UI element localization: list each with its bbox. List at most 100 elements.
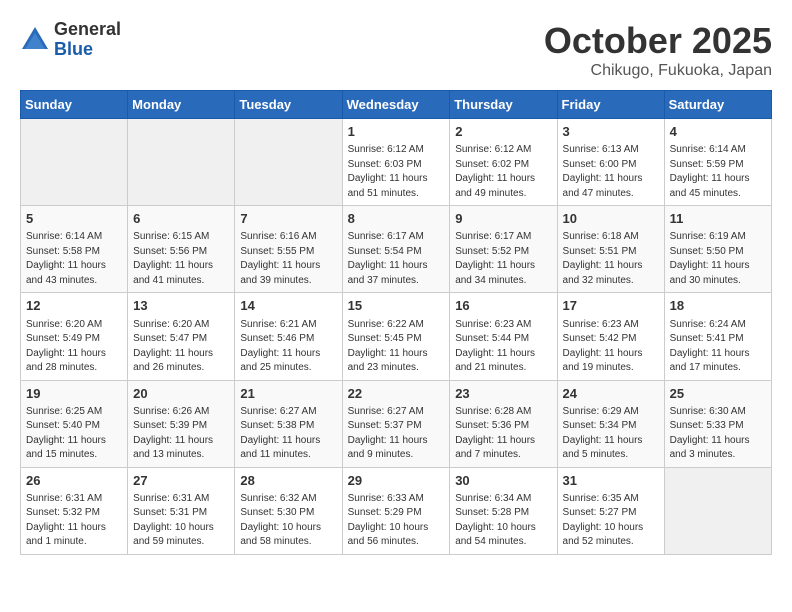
day-info: Sunrise: 6:32 AM Sunset: 5:30 PM Dayligh…	[240, 492, 336, 550]
day-info: Sunrise: 6:24 AM Sunset: 5:41 PM Dayligh…	[670, 318, 766, 376]
day-number: 20	[133, 385, 229, 403]
day-cell: 30 Sunrise: 6:34 AM Sunset: 5:28 PM Dayli…	[450, 467, 557, 554]
day-cell: 24 Sunrise: 6:29 AM Sunset: 5:34 PM Dayli…	[557, 380, 664, 467]
day-number: 29	[348, 472, 445, 490]
day-cell: 17Sunrise: 6:23 AM Sunset: 5:42 PM Dayli…	[557, 293, 664, 380]
day-cell: 21 Sunrise: 6:27 AM Sunset: 5:38 PM Dayli…	[235, 380, 342, 467]
day-info: Sunrise: 6:29 AM Sunset: 5:34 PM Dayligh…	[563, 405, 659, 463]
day-info: Sunrise: 6:25 AM Sunset: 5:40 PM Dayligh…	[26, 405, 122, 463]
day-number: 31	[563, 472, 659, 490]
logo-general-text: General	[54, 20, 121, 40]
day-number: 22	[348, 385, 445, 403]
weekday-header-tuesday: Tuesday	[235, 91, 342, 119]
day-info: Sunrise: 6:26 AM Sunset: 5:39 PM Dayligh…	[133, 405, 229, 463]
day-info: Sunrise: 6:12 AM Sunset: 6:03 PM Dayligh…	[348, 143, 445, 201]
day-number: 4	[670, 123, 766, 141]
day-cell	[235, 119, 342, 206]
day-cell: 10Sunrise: 6:18 AM Sunset: 5:51 PM Dayli…	[557, 206, 664, 293]
weekday-header-monday: Monday	[128, 91, 235, 119]
day-cell: 31Sunrise: 6:35 AM Sunset: 5:27 PM Dayli…	[557, 467, 664, 554]
weekday-header-thursday: Thursday	[450, 91, 557, 119]
day-number: 1	[348, 123, 445, 141]
weekday-header-sunday: Sunday	[21, 91, 128, 119]
calendar: SundayMondayTuesdayWednesdayThursdayFrid…	[20, 90, 772, 555]
week-row-2: 5 Sunrise: 6:14 AM Sunset: 5:58 PM Daylig…	[21, 206, 772, 293]
day-number: 27	[133, 472, 229, 490]
day-info: Sunrise: 6:27 AM Sunset: 5:37 PM Dayligh…	[348, 405, 445, 463]
logo: General Blue	[20, 20, 121, 60]
day-number: 19	[26, 385, 122, 403]
day-cell: 12 Sunrise: 6:20 AM Sunset: 5:49 PM Dayli…	[21, 293, 128, 380]
day-info: Sunrise: 6:28 AM Sunset: 5:36 PM Dayligh…	[455, 405, 551, 463]
day-info: Sunrise: 6:12 AM Sunset: 6:02 PM Dayligh…	[455, 143, 551, 201]
day-info: Sunrise: 6:19 AM Sunset: 5:50 PM Dayligh…	[670, 230, 766, 288]
day-cell: 4 Sunrise: 6:14 AM Sunset: 5:59 PM Daylig…	[664, 119, 771, 206]
day-number: 5	[26, 210, 122, 228]
day-number: 12	[26, 297, 122, 315]
day-number: 25	[670, 385, 766, 403]
day-cell: 13Sunrise: 6:20 AM Sunset: 5:47 PM Dayli…	[128, 293, 235, 380]
day-cell: 6Sunrise: 6:15 AM Sunset: 5:56 PM Daylig…	[128, 206, 235, 293]
day-number: 24	[563, 385, 659, 403]
day-info: Sunrise: 6:31 AM Sunset: 5:32 PM Dayligh…	[26, 492, 122, 550]
day-number: 30	[455, 472, 551, 490]
day-cell: 7 Sunrise: 6:16 AM Sunset: 5:55 PM Daylig…	[235, 206, 342, 293]
day-cell: 29 Sunrise: 6:33 AM Sunset: 5:29 PM Dayli…	[342, 467, 450, 554]
day-cell: 3Sunrise: 6:13 AM Sunset: 6:00 PM Daylig…	[557, 119, 664, 206]
logo-blue-text: Blue	[54, 40, 121, 60]
day-number: 11	[670, 210, 766, 228]
day-number: 8	[348, 210, 445, 228]
day-cell: 27 Sunrise: 6:31 AM Sunset: 5:31 PM Dayli…	[128, 467, 235, 554]
day-cell	[664, 467, 771, 554]
day-info: Sunrise: 6:14 AM Sunset: 5:58 PM Dayligh…	[26, 230, 122, 288]
day-cell: 2 Sunrise: 6:12 AM Sunset: 6:02 PM Daylig…	[450, 119, 557, 206]
day-number: 17	[563, 297, 659, 315]
day-info: Sunrise: 6:16 AM Sunset: 5:55 PM Dayligh…	[240, 230, 336, 288]
weekday-header-row: SundayMondayTuesdayWednesdayThursdayFrid…	[21, 91, 772, 119]
day-info: Sunrise: 6:14 AM Sunset: 5:59 PM Dayligh…	[670, 143, 766, 201]
day-number: 7	[240, 210, 336, 228]
weekday-header-friday: Friday	[557, 91, 664, 119]
day-number: 10	[563, 210, 659, 228]
day-number: 21	[240, 385, 336, 403]
weekday-header-saturday: Saturday	[664, 91, 771, 119]
header: General Blue October 2025 Chikugo, Fukuo…	[20, 20, 772, 80]
day-info: Sunrise: 6:20 AM Sunset: 5:49 PM Dayligh…	[26, 318, 122, 376]
day-cell: 15 Sunrise: 6:22 AM Sunset: 5:45 PM Dayli…	[342, 293, 450, 380]
day-info: Sunrise: 6:17 AM Sunset: 5:54 PM Dayligh…	[348, 230, 445, 288]
day-number: 6	[133, 210, 229, 228]
title-area: October 2025 Chikugo, Fukuoka, Japan	[544, 20, 772, 80]
day-info: Sunrise: 6:27 AM Sunset: 5:38 PM Dayligh…	[240, 405, 336, 463]
day-cell: 11 Sunrise: 6:19 AM Sunset: 5:50 PM Dayli…	[664, 206, 771, 293]
day-cell: 22 Sunrise: 6:27 AM Sunset: 5:37 PM Dayli…	[342, 380, 450, 467]
location: Chikugo, Fukuoka, Japan	[544, 62, 772, 80]
day-info: Sunrise: 6:31 AM Sunset: 5:31 PM Dayligh…	[133, 492, 229, 550]
day-number: 23	[455, 385, 551, 403]
day-cell: 19 Sunrise: 6:25 AM Sunset: 5:40 PM Dayli…	[21, 380, 128, 467]
day-info: Sunrise: 6:21 AM Sunset: 5:46 PM Dayligh…	[240, 318, 336, 376]
day-cell	[21, 119, 128, 206]
month-title: October 2025	[544, 20, 772, 62]
day-number: 15	[348, 297, 445, 315]
day-cell: 26 Sunrise: 6:31 AM Sunset: 5:32 PM Dayli…	[21, 467, 128, 554]
day-info: Sunrise: 6:34 AM Sunset: 5:28 PM Dayligh…	[455, 492, 551, 550]
day-info: Sunrise: 6:30 AM Sunset: 5:33 PM Dayligh…	[670, 405, 766, 463]
day-cell: 5 Sunrise: 6:14 AM Sunset: 5:58 PM Daylig…	[21, 206, 128, 293]
day-cell: 16Sunrise: 6:23 AM Sunset: 5:44 PM Dayli…	[450, 293, 557, 380]
day-number: 28	[240, 472, 336, 490]
day-info: Sunrise: 6:22 AM Sunset: 5:45 PM Dayligh…	[348, 318, 445, 376]
day-number: 9	[455, 210, 551, 228]
logo-icon	[20, 25, 50, 55]
week-row-4: 19 Sunrise: 6:25 AM Sunset: 5:40 PM Dayli…	[21, 380, 772, 467]
day-number: 14	[240, 297, 336, 315]
day-info: Sunrise: 6:17 AM Sunset: 5:52 PM Dayligh…	[455, 230, 551, 288]
day-cell: 1 Sunrise: 6:12 AM Sunset: 6:03 PM Daylig…	[342, 119, 450, 206]
week-row-5: 26 Sunrise: 6:31 AM Sunset: 5:32 PM Dayli…	[21, 467, 772, 554]
day-number: 2	[455, 123, 551, 141]
day-info: Sunrise: 6:33 AM Sunset: 5:29 PM Dayligh…	[348, 492, 445, 550]
week-row-3: 12 Sunrise: 6:20 AM Sunset: 5:49 PM Dayli…	[21, 293, 772, 380]
day-cell: 23 Sunrise: 6:28 AM Sunset: 5:36 PM Dayli…	[450, 380, 557, 467]
day-number: 26	[26, 472, 122, 490]
day-info: Sunrise: 6:20 AM Sunset: 5:47 PM Dayligh…	[133, 318, 229, 376]
day-cell	[128, 119, 235, 206]
